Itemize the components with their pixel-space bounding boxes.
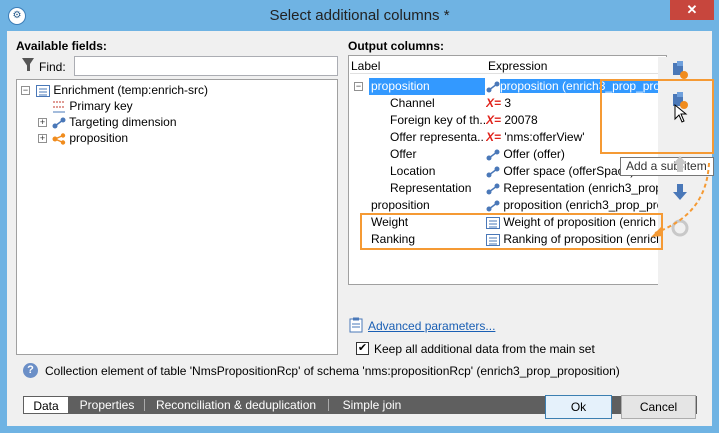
column-header-label[interactable]: Label [351,59,380,73]
tab-data[interactable]: Data [23,396,69,414]
find-input[interactable] [74,56,338,76]
row-label: Offer [390,147,417,161]
callout-highlight-button [600,79,714,154]
available-fields-tree[interactable]: − Enrichment (temp:enrich-src) Primary k… [16,79,338,355]
link-icon [486,81,500,93]
keep-data-label: Keep all additional data from the main s… [374,342,595,356]
link-icon [486,183,500,195]
link-icon [52,117,66,129]
tab-separator [328,399,329,411]
expression-text: Offer (offer) [503,147,565,161]
window-title: Select additional columns * [269,7,450,24]
expand-toggle[interactable]: + [38,118,47,127]
link-icon [486,149,500,161]
mouse-cursor-icon [674,103,688,123]
title-bar: ⚙ Select additional columns * ✕ [0,0,719,31]
row-label: Foreign key of th... [390,113,485,127]
tab-properties[interactable]: Properties [73,396,141,414]
grid-header: Label Expression [350,57,666,74]
row-expression: proposition (enrich3_prop_pro [486,197,666,214]
ok-button[interactable]: Ok [545,395,612,419]
expand-toggle[interactable]: + [38,134,47,143]
tree-item-label: Primary key [69,99,133,113]
column-header-expression[interactable]: Expression [488,59,547,73]
expression-text: Offer space (offerSpace) [503,164,635,178]
keep-data-checkbox[interactable]: ✔ [356,342,369,355]
tree-item-primary-key[interactable]: Primary key [52,98,133,114]
link-icon [486,200,500,212]
advanced-parameters-link[interactable]: Advanced parameters... [368,319,495,333]
available-fields-label: Available fields: [16,39,107,53]
expression-text: Representation (enrich3_prop [503,181,663,195]
add-item-icon[interactable] [669,59,691,81]
tab-separator [144,399,145,411]
tree-item-proposition[interactable]: proposition [52,130,128,146]
callout-highlight-rows [360,213,663,250]
share-icon [52,133,66,145]
tab-simple-join[interactable]: Simple join [331,396,413,414]
table-row[interactable]: Location Offer space (offerSpace) [350,163,666,180]
x-equals-icon: X= [486,130,502,144]
dialog-body: Available fields: Find: − Enrichment (te… [7,31,714,426]
callout-arrow [651,162,710,237]
row-label: Location [390,164,436,178]
table-row[interactable]: Representation Representation (enrich3_p… [350,180,666,197]
list-icon [36,84,50,97]
output-columns-label: Output columns: [348,39,444,53]
close-button[interactable]: ✕ [670,0,714,20]
x-equals-icon: X= [486,113,502,127]
tree-item-targeting-dimension[interactable]: Targeting dimension [52,114,177,130]
tree-item-label: proposition [69,131,129,145]
tree-item-label: Targeting dimension [69,115,177,129]
info-text: Collection element of table 'NmsProposit… [45,364,620,378]
collapse-toggle[interactable]: − [21,86,30,95]
dialog-window: ⚙ Select additional columns * ✕ Availabl… [0,0,719,433]
row-label: Representation [390,181,472,195]
row-expression: Representation (enrich3_prop [486,180,666,197]
filter-icon-stem [27,64,30,71]
row-label: Channel [390,96,435,110]
tree-item-label: Enrichment (temp:enrich-src) [53,83,209,97]
find-label: Find: [39,60,66,74]
expression-text: proposition (enrich3_prop_pro [503,198,664,212]
row-label: proposition [371,198,430,212]
tree-item-enrichment[interactable]: Enrichment (temp:enrich-src) [36,82,208,98]
info-icon: ? [23,363,38,378]
key-icon [53,101,65,113]
tab-reconciliation[interactable]: Reconciliation & deduplication [147,396,325,414]
expression-text: 'nms:offerView' [504,130,585,144]
link-icon [486,166,500,178]
cancel-button[interactable]: Cancel [621,395,696,419]
table-row[interactable]: proposition proposition (enrich3_prop_pr… [350,197,666,214]
clipboard-icon [349,317,363,333]
expression-text: 20078 [504,113,538,127]
row-label: Offer representa... [390,130,485,144]
expression-text: 3 [504,96,512,110]
row-label: proposition [369,78,485,95]
x-equals-icon: X= [486,96,502,110]
